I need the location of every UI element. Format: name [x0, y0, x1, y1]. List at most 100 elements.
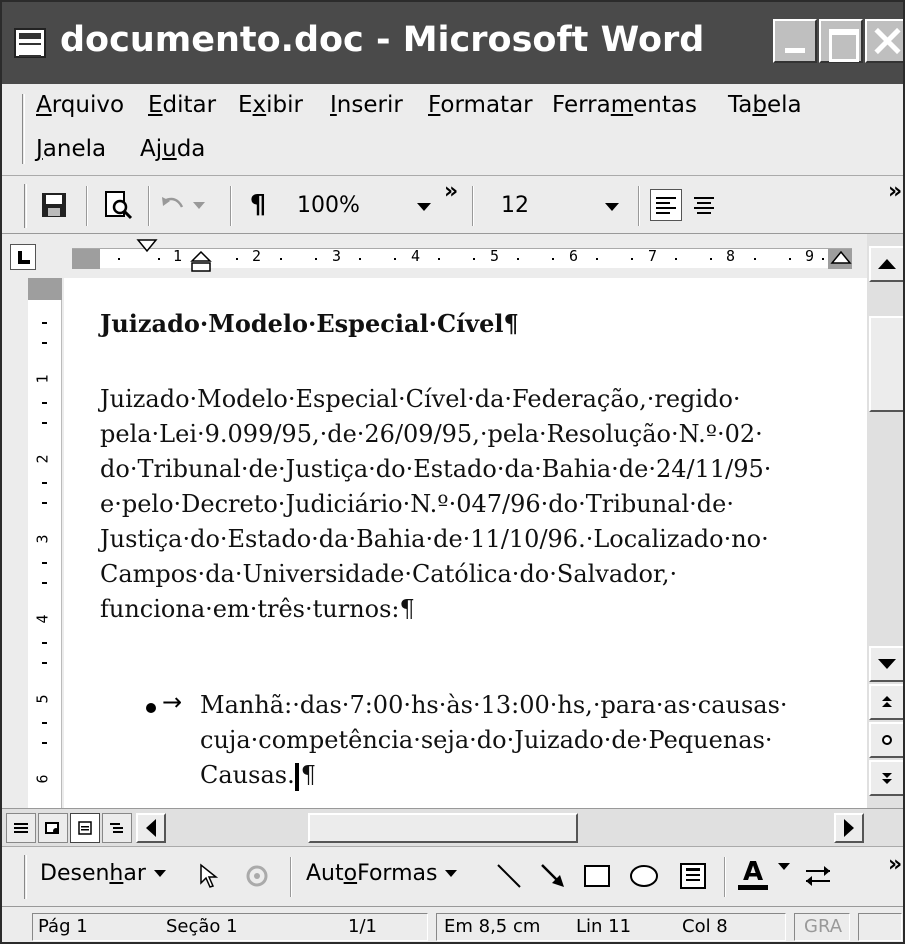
toolbar-grip[interactable] [24, 184, 27, 228]
outline-view-icon[interactable] [102, 813, 132, 843]
scroll-down-button[interactable] [869, 646, 903, 682]
print-layout-view-icon[interactable] [70, 813, 100, 843]
ruler-number: 6 [569, 247, 579, 265]
bullet-line[interactable]: cuja·competência·seja·do·Juizado·de·Pequ… [200, 723, 773, 758]
align-left-icon[interactable] [650, 189, 682, 221]
bullet-line-last[interactable]: Causas. ¶ [200, 758, 316, 793]
menu-inserir[interactable]: Inserir [330, 92, 403, 118]
menu-formatar[interactable]: Formatar [428, 92, 533, 118]
select-objects-icon[interactable] [198, 863, 220, 889]
status-record-macro[interactable]: GRA [804, 916, 842, 937]
close-button[interactable] [865, 19, 903, 63]
undo-dropdown-icon[interactable] [190, 189, 208, 221]
status-bar: Pág 1 Seção 1 1/1 Em 8,5 cm Lin 11 Col 8… [2, 906, 903, 942]
menu-ajuda[interactable]: Ajuda [140, 136, 205, 162]
ruler-tick [42, 502, 47, 504]
menu-janela[interactable]: Janela [36, 136, 106, 162]
paragraph-line[interactable]: Juizado·Modelo·Especial·Cível·da·Federaç… [100, 382, 741, 417]
vertical-ruler[interactable]: 1 2 3 4 5 6 [28, 278, 62, 808]
ruler-tick [631, 258, 633, 260]
ruler-number: 6 [33, 774, 52, 784]
font-color-button[interactable]: A [738, 857, 768, 890]
bullet-icon [146, 703, 156, 713]
align-center-icon[interactable] [688, 189, 720, 221]
menu-ferramentas[interactable]: Ferramentas [552, 92, 697, 118]
paragraph-line[interactable]: do·Tribunal·de·Justiça·do·Estado·da·Bahi… [100, 452, 771, 487]
vertical-scroll-thumb[interactable] [869, 316, 903, 412]
select-browse-object-button[interactable] [869, 722, 903, 758]
word-document-icon[interactable] [14, 28, 46, 58]
arrow-tool-icon[interactable] [538, 861, 568, 891]
ruler-number: 4 [33, 614, 52, 624]
menu-tabela[interactable]: Tabela [728, 92, 802, 118]
draw-menu-button[interactable]: Desen h ar [40, 861, 166, 886]
paragraph-line[interactable]: e·pelo·Decreto·Judiciário·N.º·047/96·do·… [100, 487, 734, 522]
title-bar[interactable]: documento.doc - Microsoft Word [2, 2, 903, 84]
text-cursor [294, 762, 299, 791]
ruler-tick [118, 258, 120, 260]
status-position: Em 8,5 cm [444, 916, 541, 937]
toolbar-overflow-icon[interactable]: » [444, 181, 458, 203]
bullet-line[interactable]: Manhã:·das·7:00·hs·às·13:00·hs,·para·as·… [200, 688, 788, 723]
rectangle-tool-icon[interactable] [582, 861, 612, 891]
toolbar-overflow-icon[interactable]: » [888, 854, 902, 876]
paragraph-line[interactable]: funciona·em·três·turnos:¶ [100, 592, 415, 627]
document-heading[interactable]: Juizado·Modelo·Especial·Cível¶ [100, 306, 519, 341]
bullet-line-text: Causas. [200, 761, 295, 789]
ruler-tick [552, 258, 554, 260]
double-up-arrow-icon [882, 696, 892, 707]
web-layout-view-icon[interactable] [38, 813, 68, 843]
free-rotate-icon[interactable] [244, 863, 270, 889]
right-indent-marker-icon[interactable] [830, 251, 852, 265]
arrow-left-icon [146, 819, 156, 837]
minimize-button[interactable] [773, 19, 817, 63]
vertical-scrollbar[interactable] [867, 234, 903, 808]
ruler-number: 2 [33, 454, 52, 464]
normal-view-icon[interactable] [6, 813, 36, 843]
toolbar-overflow-icon[interactable]: » [888, 181, 902, 203]
menu-arquivo[interactable]: Arquivo [36, 92, 124, 118]
ruler-number: 7 [648, 247, 658, 265]
line-tool-icon[interactable] [494, 861, 524, 891]
oval-tool-icon[interactable] [628, 861, 660, 891]
menu-editar[interactable]: Editar [148, 92, 216, 118]
arrow-right-icon [844, 819, 854, 837]
maximize-button[interactable] [819, 19, 863, 63]
first-line-indent-marker-icon[interactable] [136, 239, 158, 253]
text-box-tool-icon[interactable] [678, 861, 708, 891]
horizontal-ruler[interactable]: 1 2 3 4 5 6 7 8 9 [72, 239, 852, 272]
undo-icon[interactable] [158, 189, 190, 221]
ruler-tick [42, 482, 47, 484]
paragraph-line[interactable]: Justiça·do·Estado·da·Bahia·de·11/10/96.·… [100, 522, 769, 557]
font-color-dropdown-icon[interactable] [778, 863, 790, 870]
font-size-select[interactable]: 12 [492, 188, 626, 224]
previous-page-button[interactable] [869, 684, 903, 720]
paragraph-line[interactable]: Campos·da·Universidade·Católica·do·Salva… [100, 557, 677, 592]
scroll-up-button[interactable] [869, 246, 903, 282]
tab-stop-selector-icon[interactable] [10, 244, 36, 270]
zoom-value: 100% [297, 193, 360, 218]
chevron-down-icon [605, 203, 619, 211]
menu-exibir[interactable]: Exibir [238, 92, 303, 118]
ruler-tick [42, 662, 47, 664]
hanging-indent-marker-icon[interactable] [190, 251, 212, 273]
autoshapes-menu-button[interactable]: Aut o Formas [306, 861, 458, 886]
menubar-grip[interactable] [22, 94, 25, 164]
drawing-toolbar: Desen h ar Aut o Formas A » [2, 846, 903, 906]
zoom-select[interactable]: 100% [288, 188, 438, 224]
show-formatting-button[interactable]: ¶ [242, 189, 274, 221]
arrow-style-icon[interactable] [802, 861, 834, 891]
ruler-tick [42, 722, 47, 724]
toolbar-grip[interactable] [24, 855, 27, 899]
document-page[interactable]: Juizado·Modelo·Especial·Cível¶ Juizado·M… [64, 278, 867, 808]
horizontal-scroll-thumb[interactable] [308, 813, 578, 843]
ruler-tick [42, 742, 47, 744]
ruler-number: 3 [33, 534, 52, 544]
scroll-right-button[interactable] [834, 813, 864, 843]
next-page-button[interactable] [869, 760, 903, 796]
scroll-left-button[interactable] [136, 813, 166, 843]
save-icon[interactable] [38, 189, 70, 221]
chevron-down-icon [417, 203, 431, 211]
paragraph-line[interactable]: pela·Lei·9.099/95,·de·26/09/95,·pela·Res… [100, 417, 763, 452]
print-preview-icon[interactable] [102, 189, 134, 221]
